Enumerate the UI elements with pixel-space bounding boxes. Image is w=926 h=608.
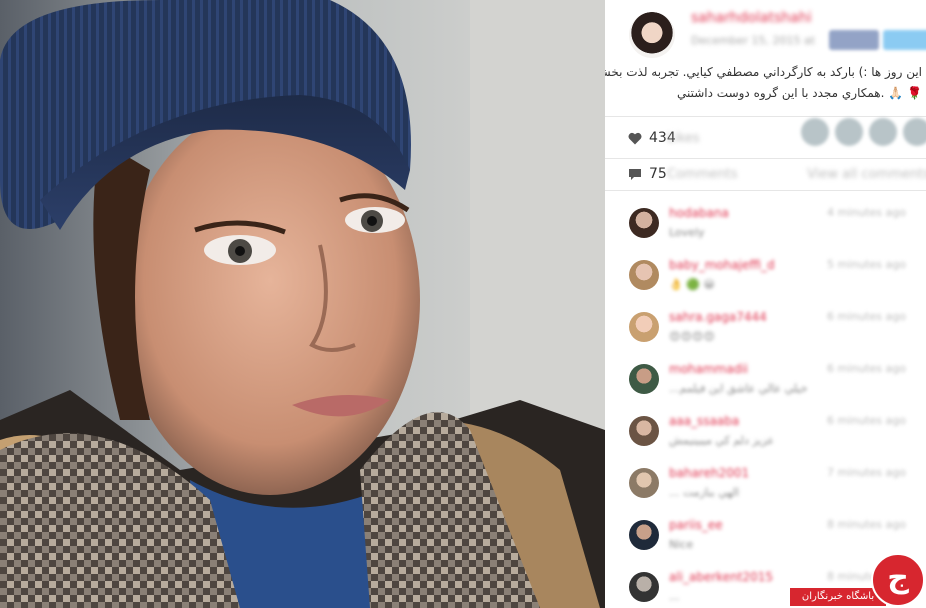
comment-text: 😍😍😍😍 <box>669 330 715 343</box>
liker-avatar[interactable] <box>903 118 926 146</box>
author-avatar[interactable] <box>629 12 675 58</box>
comment-username[interactable]: ali_aberkent2015 <box>669 570 773 584</box>
comment-username[interactable]: sahra.gaga7444 <box>669 310 767 324</box>
caption-line-2: 🌹 🙏🏻 .همكاري مجدد با اين گروه دوست داشتن… <box>607 83 922 104</box>
comment-text: ... الهي بنازمت <box>669 486 739 499</box>
facebook-share-button[interactable] <box>829 30 879 50</box>
view-all-comments-link[interactable]: View all comments <box>807 167 926 182</box>
comment-item: sahra.gaga7444 😍😍😍😍 6 minutes ago <box>605 308 926 360</box>
comment-username[interactable]: aaa_ssaaba <box>669 414 739 428</box>
commenter-avatar[interactable] <box>629 364 659 394</box>
likers-avatars[interactable] <box>801 118 926 146</box>
comment-time: 5 minutes ago <box>827 258 906 271</box>
comment-text: ... <box>669 590 680 603</box>
comment-text: Lovely <box>669 226 705 239</box>
divider <box>605 116 926 117</box>
post-side-panel: saharhdolatshahi December 15, 2015 at اي… <box>605 0 926 608</box>
comment-time: 7 minutes ago <box>827 466 906 479</box>
liker-avatar[interactable] <box>801 118 829 146</box>
divider <box>605 158 926 159</box>
author-username[interactable]: saharhdolatshahi <box>691 10 812 26</box>
comment-item: aaa_ssaaba عزيز دلم كي ميبينيمش 6 minute… <box>605 412 926 464</box>
comments-label: Comments <box>667 167 738 182</box>
commenter-avatar[interactable] <box>629 312 659 342</box>
comment-icon <box>627 166 643 182</box>
watermark-label: باشگاه خبرنگاران <box>790 588 886 606</box>
twitter-share-button[interactable] <box>883 30 926 50</box>
comment-text: 👌 🟢 😀 <box>669 278 715 291</box>
comments-count: 75 <box>649 166 667 182</box>
divider <box>605 190 926 191</box>
comment-time: 4 minutes ago <box>827 206 906 219</box>
comment-username[interactable]: hodabana <box>669 206 729 220</box>
comments-row[interactable]: 75 <box>627 163 667 185</box>
comment-item: hodabana Lovely 4 minutes ago <box>605 204 926 256</box>
comment-text: عزيز دلم كي ميبينيمش <box>669 434 775 447</box>
comment-text: Nice <box>669 538 694 551</box>
comment-item: baby_mohajeffi_d 👌 🟢 😀 5 minutes ago <box>605 256 926 308</box>
commenter-avatar[interactable] <box>629 468 659 498</box>
comment-username[interactable]: pariis_ee <box>669 518 723 532</box>
comment-time: 6 minutes ago <box>827 310 906 323</box>
heart-icon <box>627 130 643 146</box>
comment-item: bahareh2001 ... الهي بنازمت 7 minutes ag… <box>605 464 926 516</box>
commenter-avatar[interactable] <box>629 520 659 550</box>
comment-username[interactable]: baby_mohajeffi_d <box>669 258 775 272</box>
comment-text: ...خيلي عالي عاشق اين فيلمم <box>669 382 808 395</box>
commenter-avatar[interactable] <box>629 260 659 290</box>
caption-line-2-text: .همكاري مجدد با اين گروه دوست داشتني <box>677 86 885 100</box>
comment-time: 8 minutes ago <box>827 518 906 531</box>
post-date: December 15, 2015 at <box>691 34 816 47</box>
liker-avatar[interactable] <box>869 118 897 146</box>
post-photo <box>0 0 605 608</box>
caption-line-1: اين روز ها :) باركد به كارگرداني مصطفي ك… <box>605 65 922 79</box>
comment-time: 6 minutes ago <box>827 362 906 375</box>
rose-emoji: 🌹 <box>907 86 922 100</box>
commenter-avatar[interactable] <box>629 572 659 602</box>
comment-username[interactable]: mohammadii <box>669 362 748 376</box>
watermark-logo: ج <box>871 553 925 607</box>
comment-item: mohammadii ...خيلي عالي عاشق اين فيلمم 6… <box>605 360 926 412</box>
post-header: saharhdolatshahi December 15, 2015 at <box>605 0 926 60</box>
commenter-avatar[interactable] <box>629 208 659 238</box>
prayer-emoji: 🙏🏻 <box>888 86 904 100</box>
comment-username[interactable]: bahareh2001 <box>669 466 749 480</box>
watermark-glyph: ج <box>887 560 909 595</box>
commenter-avatar[interactable] <box>629 416 659 446</box>
portrait-illustration <box>0 0 605 608</box>
liker-avatar[interactable] <box>835 118 863 146</box>
comment-time: 6 minutes ago <box>827 414 906 427</box>
likes-label: Likes <box>667 131 700 146</box>
post-caption: اين روز ها :) باركد به كارگرداني مصطفي ك… <box>605 62 922 104</box>
